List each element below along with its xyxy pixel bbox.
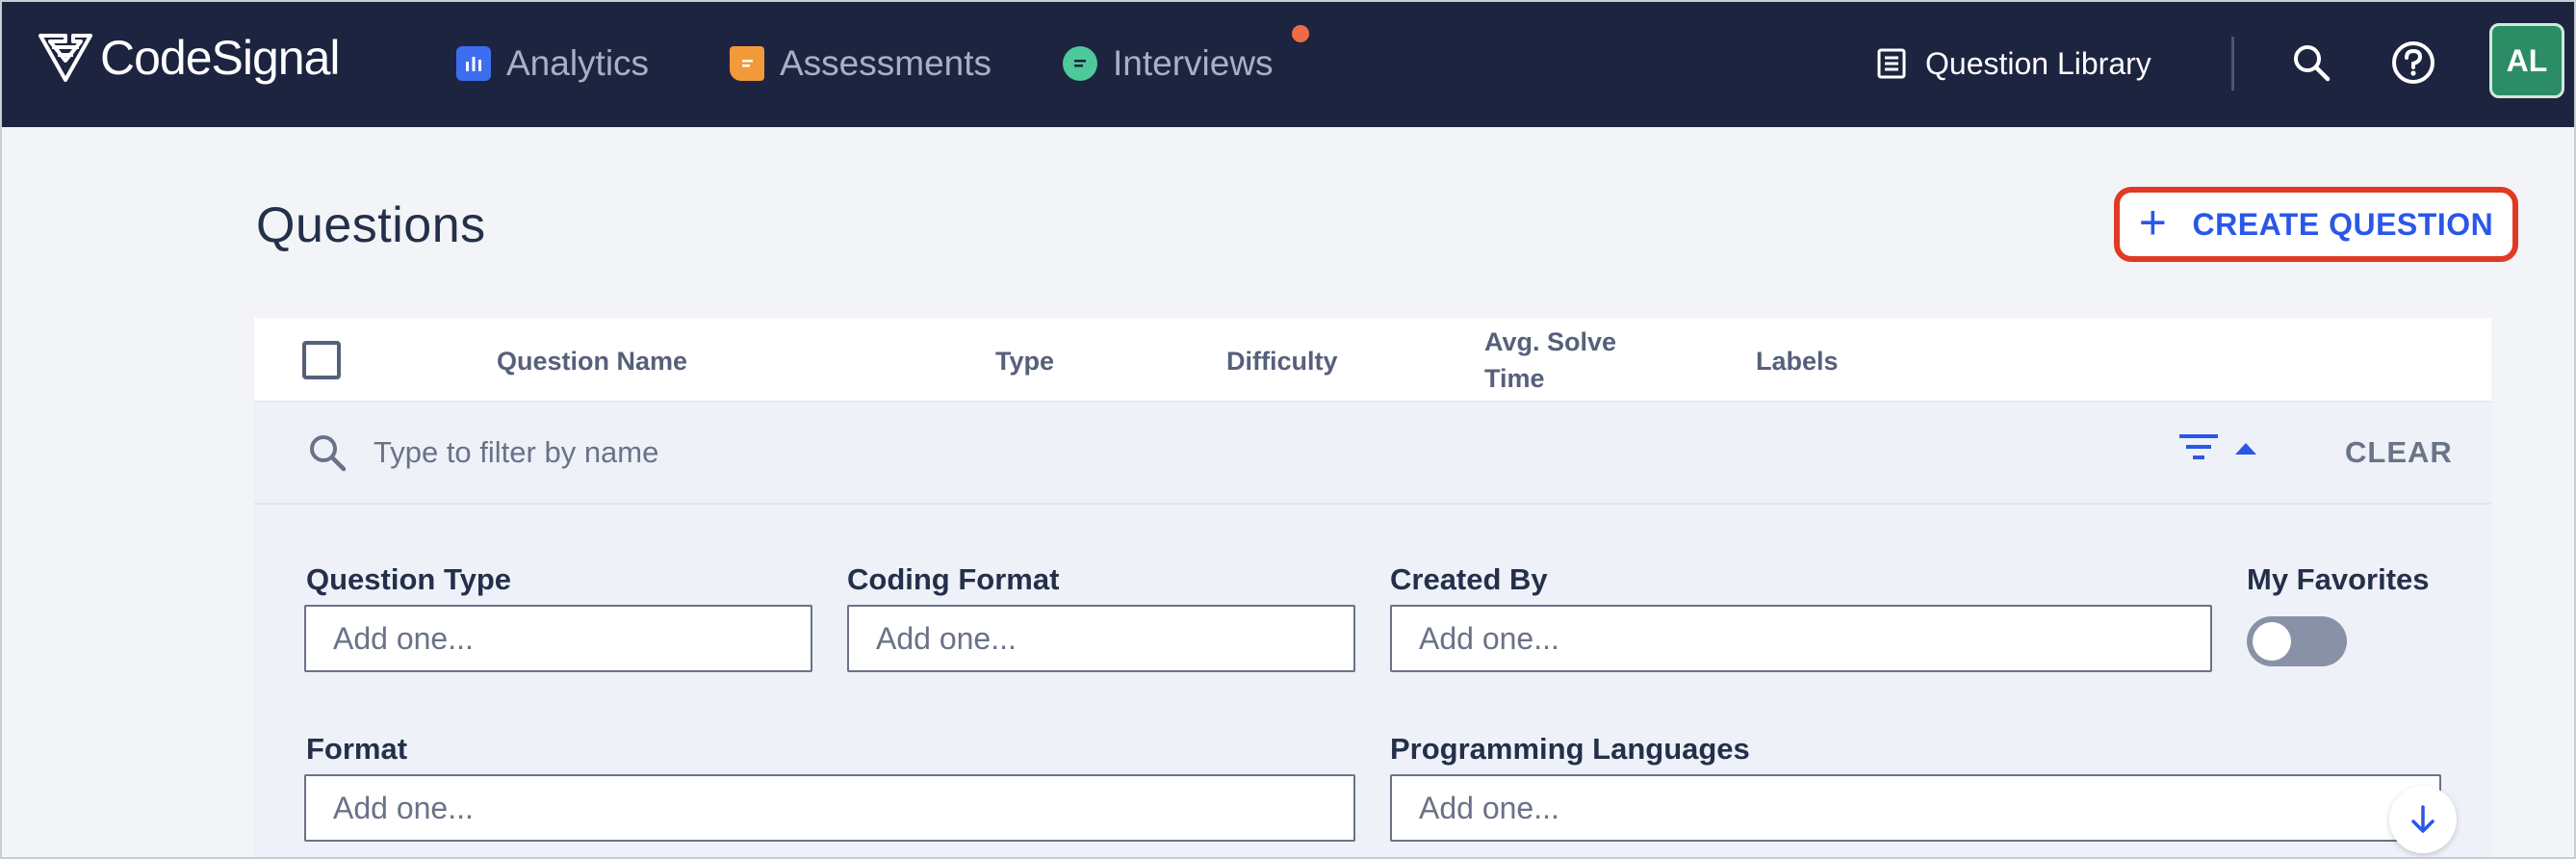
search-button[interactable] bbox=[2278, 29, 2345, 96]
scroll-down-button[interactable] bbox=[2389, 786, 2457, 853]
filter-options-toggle[interactable] bbox=[2177, 431, 2258, 464]
search-icon bbox=[2294, 45, 2331, 82]
analytics-icon bbox=[456, 46, 491, 81]
column-labels[interactable]: Labels bbox=[1756, 347, 1839, 377]
column-avg-solve-time[interactable]: Avg. Solve bbox=[1484, 327, 1616, 357]
notification-dot bbox=[1292, 25, 1309, 42]
question-library-label: Question Library bbox=[1925, 45, 2151, 81]
nav-item-label: Interviews bbox=[1113, 43, 1274, 83]
toggle-knob bbox=[2253, 622, 2291, 661]
column-question-name[interactable]: Question Name bbox=[497, 347, 687, 377]
select-all-checkbox[interactable] bbox=[302, 341, 341, 379]
nav-divider bbox=[2231, 37, 2234, 91]
caret-up-icon bbox=[2235, 443, 2256, 455]
table-header: Question Name Type Difficulty Avg. Solve… bbox=[254, 318, 2491, 403]
assessments-icon bbox=[730, 46, 764, 81]
list-icon bbox=[1877, 48, 1906, 79]
format-field[interactable] bbox=[304, 774, 1355, 842]
nav-item-interviews[interactable]: Interviews bbox=[1063, 35, 1274, 92]
create-question-button[interactable]: + CREATE QUESTION bbox=[2114, 187, 2518, 262]
nav-item-label: Analytics bbox=[506, 43, 650, 83]
nav-item-assessments[interactable]: Assessments bbox=[730, 35, 992, 92]
coding-format-field[interactable] bbox=[847, 605, 1355, 672]
name-filter-input[interactable] bbox=[374, 426, 1914, 480]
my-favorites-label: My Favorites bbox=[2247, 562, 2430, 596]
nav-item-label: Assessments bbox=[780, 43, 992, 83]
format-label: Format bbox=[306, 732, 408, 766]
clear-filters-button[interactable]: CLEAR bbox=[2345, 435, 2453, 470]
nav-item-analytics[interactable]: Analytics bbox=[456, 35, 649, 92]
interviews-icon bbox=[1063, 46, 1097, 81]
codesignal-logo-icon bbox=[39, 34, 92, 82]
page-title: Questions bbox=[256, 197, 486, 253]
search-icon bbox=[310, 435, 347, 472]
help-button[interactable] bbox=[2380, 29, 2447, 96]
filter-bar: CLEAR bbox=[254, 403, 2491, 505]
programming-languages-label: Programming Languages bbox=[1390, 732, 1750, 766]
question-library-link[interactable]: Question Library bbox=[1877, 35, 2151, 92]
column-difficulty[interactable]: Difficulty bbox=[1226, 347, 1338, 377]
question-type-label: Question Type bbox=[306, 562, 512, 596]
help-icon bbox=[2392, 41, 2434, 84]
my-favorites-toggle[interactable] bbox=[2247, 616, 2347, 666]
filter-icon bbox=[2179, 434, 2218, 459]
brand-name: CodeSignal bbox=[100, 31, 341, 85]
avatar[interactable]: AL bbox=[2489, 23, 2564, 98]
plus-icon: + bbox=[2138, 195, 2168, 249]
create-question-label: CREATE QUESTION bbox=[2192, 206, 2494, 242]
arrow-down-icon bbox=[2411, 805, 2434, 833]
coding-format-label: Coding Format bbox=[847, 562, 1060, 596]
created-by-label: Created By bbox=[1390, 562, 1548, 596]
column-type[interactable]: Type bbox=[995, 347, 1054, 377]
column-avg-solve-time-line2[interactable]: Time bbox=[1484, 364, 1545, 394]
programming-languages-field[interactable] bbox=[1390, 774, 2441, 842]
top-nav: CodeSignal Analytics Assessments Intervi… bbox=[0, 0, 2576, 127]
question-type-field[interactable] bbox=[304, 605, 812, 672]
codesignal-logo[interactable]: CodeSignal bbox=[37, 29, 341, 87]
created-by-field[interactable] bbox=[1390, 605, 2212, 672]
